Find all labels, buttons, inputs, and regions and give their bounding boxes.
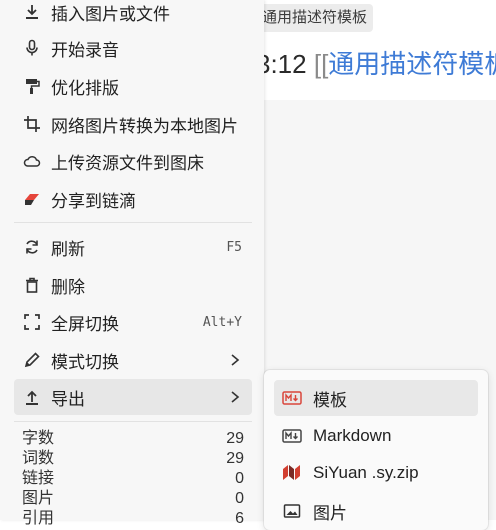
paint-roller-icon <box>22 76 42 96</box>
siyuan-icon <box>282 463 302 483</box>
menu-item-optimize-typography[interactable]: 优化排版 <box>14 68 252 104</box>
menu-item-delete[interactable]: 删除 <box>14 267 252 303</box>
stat-value: 0 <box>235 470 244 487</box>
doc-link-bracket: [[ <box>313 49 329 79</box>
chevron-right-icon <box>230 353 242 367</box>
cloud-icon <box>22 151 42 171</box>
shortcut-label: Alt+Y <box>202 314 242 330</box>
menu-item-label: 网络图片转换为本地图片 <box>51 116 238 136</box>
export-submenu: 模板 Markdown SiYuan .sy.zip 图片 <box>264 370 488 530</box>
stat-value: 6 <box>235 510 244 527</box>
markdown-template-icon <box>282 388 302 408</box>
stat-row: 图片 0 <box>22 489 244 509</box>
stat-label: 链接 <box>22 470 55 487</box>
menu-item-label: 优化排版 <box>51 78 119 98</box>
menu-item-label: 导出 <box>51 389 85 409</box>
menu-item-export[interactable]: 导出 <box>14 379 252 415</box>
stat-row: 引用 6 <box>22 509 244 529</box>
menu-item-mode-switch[interactable]: 模式切换 <box>14 342 252 378</box>
submenu-item-label: 模板 <box>313 390 347 410</box>
menu-item-record[interactable]: 开始录音 <box>14 30 252 66</box>
menu-item-upload-assets[interactable]: 上传资源文件到图床 <box>14 143 252 179</box>
stat-label: 图片 <box>22 490 55 507</box>
pencil-icon <box>22 350 42 370</box>
trash-icon <box>22 275 42 295</box>
submenu-item-image[interactable]: 图片 <box>274 493 478 529</box>
menu-item-fullscreen[interactable]: 全屏切换 Alt+Y <box>14 304 252 340</box>
stat-label: 引用 <box>22 510 55 527</box>
stat-value: 29 <box>226 450 244 467</box>
download-icon <box>22 2 42 22</box>
menu-item-label: 插入图片或文件 <box>51 4 170 24</box>
refresh-icon <box>22 237 42 257</box>
menu-item-label: 上传资源文件到图床 <box>51 153 204 173</box>
stat-label: 字数 <box>22 430 55 447</box>
image-icon <box>282 501 302 521</box>
menu-item-insert-image[interactable]: 插入图片或文件 <box>14 0 252 30</box>
crop-icon <box>22 114 42 134</box>
doc-ref-link[interactable]: 通用描述符模板 <box>328 49 496 79</box>
submenu-item-template[interactable]: 模板 <box>274 380 478 416</box>
submenu-item-label: SiYuan .sy.zip <box>313 463 419 482</box>
menu-item-label: 刷新 <box>51 239 85 259</box>
doc-tag[interactable]: 通用描述符模板 <box>258 4 374 32</box>
stat-row: 字数 29 <box>22 429 244 449</box>
stat-value: 29 <box>226 430 244 447</box>
menu-item-label: 删除 <box>51 277 85 297</box>
more-menu: 插入图片或文件 开始录音 优化排版 网络图片转换为本地图片 上传资源文件到图床 … <box>0 0 264 527</box>
submenu-item-siyuan-zip[interactable]: SiYuan .sy.zip <box>274 455 478 491</box>
menu-item-net-img-to-local[interactable]: 网络图片转换为本地图片 <box>14 106 252 142</box>
stat-label: 词数 <box>22 450 55 467</box>
upload-icon <box>22 387 42 407</box>
stat-value: 0 <box>235 490 244 507</box>
stat-row: 词数 29 <box>22 449 244 469</box>
chevron-right-icon <box>230 390 242 404</box>
menu-divider <box>14 222 252 223</box>
fullscreen-icon <box>22 312 42 332</box>
menu-item-share-liandi[interactable]: 分享到链滴 <box>14 181 252 217</box>
menu-item-refresh[interactable]: 刷新 F5 <box>14 229 252 265</box>
menu-item-label: 分享到链滴 <box>51 191 136 211</box>
menu-divider <box>14 421 252 422</box>
menu-item-label: 全屏切换 <box>51 314 119 334</box>
liandi-icon <box>22 189 42 209</box>
submenu-item-label: Markdown <box>313 426 392 445</box>
menu-item-label: 模式切换 <box>51 352 119 372</box>
shortcut-label: F5 <box>226 239 242 255</box>
microphone-icon <box>22 38 42 58</box>
stat-row: 链接 0 <box>22 469 244 489</box>
markdown-icon <box>282 426 302 446</box>
doc-stats: 字数 29 词数 29 链接 0 图片 0 引用 6 <box>22 429 244 529</box>
submenu-item-markdown[interactable]: Markdown <box>274 418 478 454</box>
menu-item-label: 开始录音 <box>51 40 119 60</box>
doc-text-line: 3:12 [[通用描述符模板 <box>256 46 496 82</box>
